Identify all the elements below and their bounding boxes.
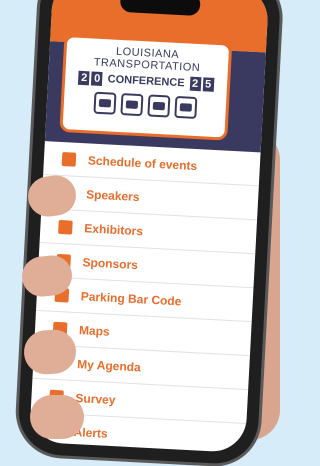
logo-digit: 2 <box>189 76 201 92</box>
menu-item-label: Survey <box>75 390 116 407</box>
conference-logo: LOUISIANA TRANSPORTATION 2 0 CONFERENCE … <box>59 33 233 141</box>
briefcase-icon <box>58 219 73 235</box>
transport-icons <box>63 90 226 120</box>
airplane-icon <box>173 95 197 119</box>
calendar-icon <box>61 151 77 167</box>
menu-item-label: Parking Bar Code <box>80 288 182 308</box>
menu-item-label: Sponsors <box>82 254 139 272</box>
menu-item-label: Schedule of events <box>87 152 198 173</box>
menu-item-label: Maps <box>78 322 111 339</box>
train-icon <box>119 93 143 117</box>
app-header: LOUISIANA TRANSPORTATION 2 0 CONFERENCE … <box>44 33 266 153</box>
car-icon <box>92 91 117 115</box>
logo-digit: 5 <box>202 77 214 92</box>
app-screen: LOUISIANA TRANSPORTATION 2 0 CONFERENCE … <box>29 0 270 453</box>
menu-item-label: Exhibitors <box>84 220 144 238</box>
logo-digit: 2 <box>78 70 91 86</box>
logo-conference-word: CONFERENCE <box>107 73 185 90</box>
menu-item-label: My Agenda <box>76 356 142 374</box>
phone-notch <box>119 0 201 17</box>
finger <box>30 395 84 439</box>
menu-item-label: Speakers <box>85 186 140 204</box>
ship-icon <box>146 94 170 118</box>
logo-digit: 0 <box>91 71 104 87</box>
